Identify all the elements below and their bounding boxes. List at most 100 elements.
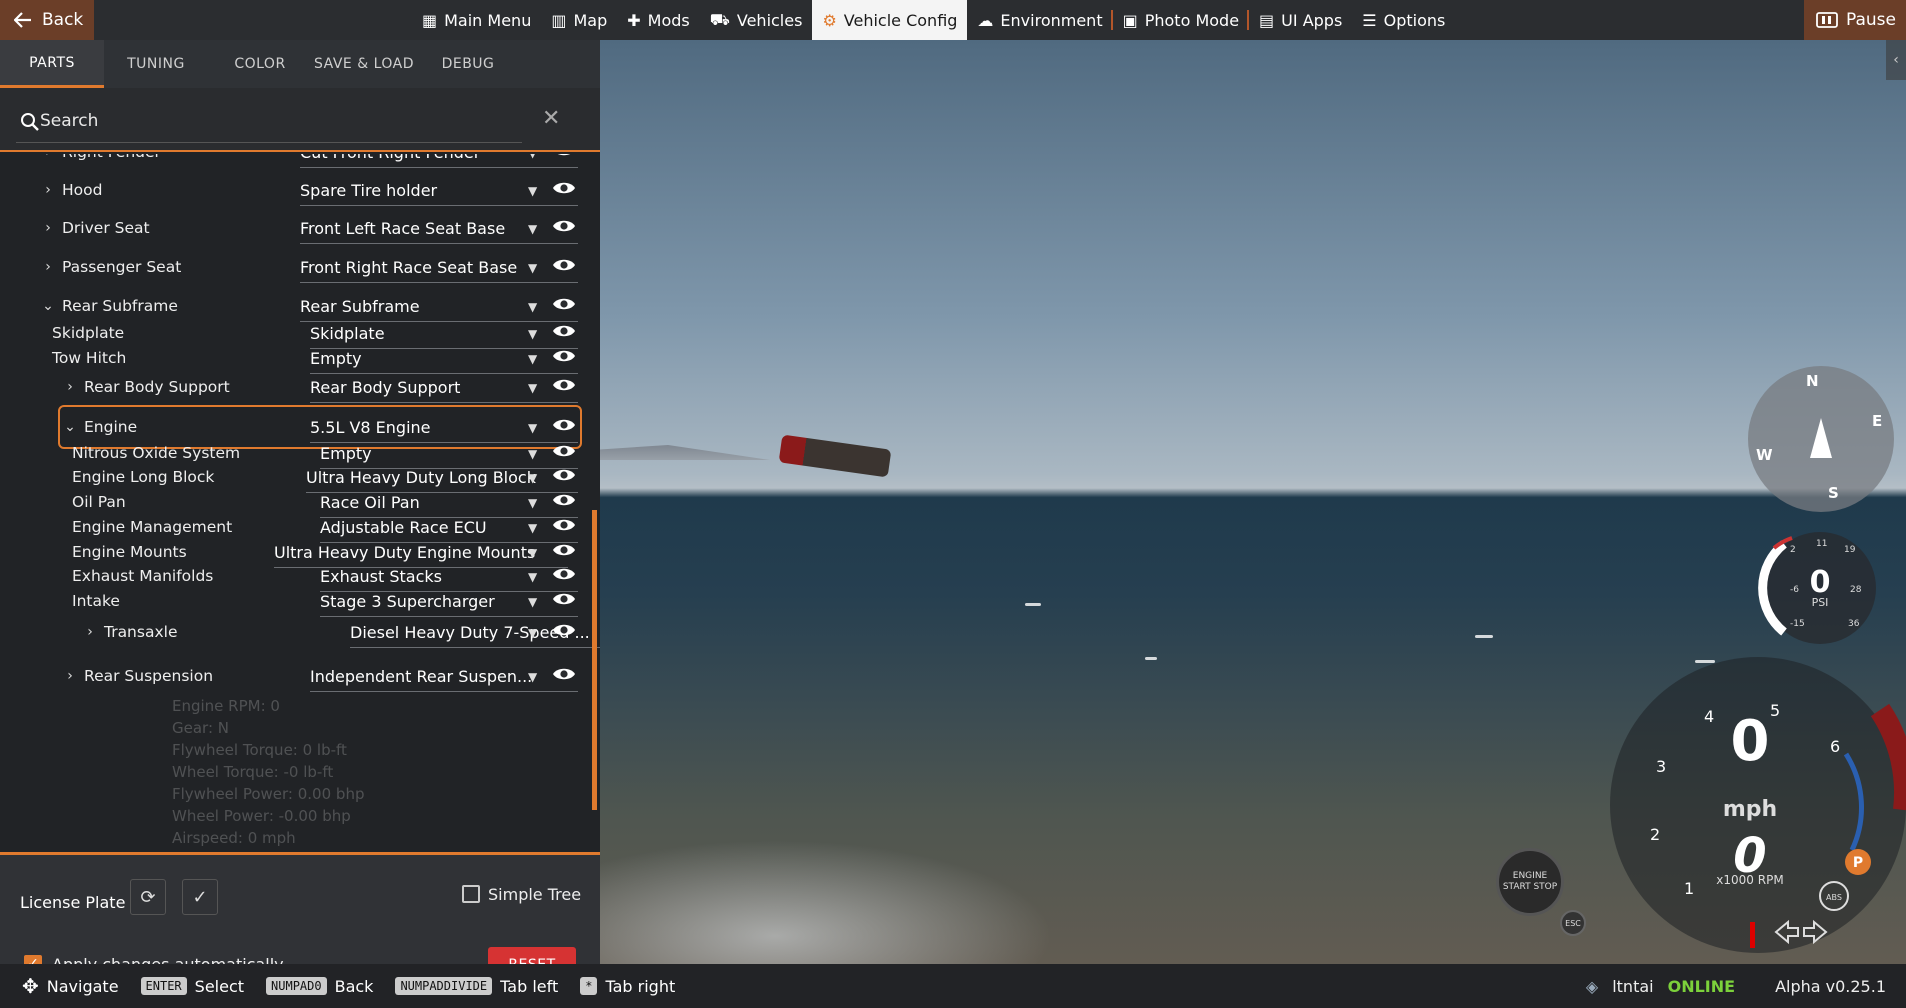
visibility-eye-icon[interactable] xyxy=(552,218,576,234)
visibility-eye-icon[interactable] xyxy=(552,257,576,273)
steam-icon: ◈ xyxy=(1585,976,1599,996)
part-row-rear-body-support[interactable]: › Rear Body Support Rear Body Support ▼ xyxy=(0,367,580,407)
map-icon: ▥ xyxy=(551,10,567,30)
visibility-eye-icon[interactable] xyxy=(552,180,576,196)
hint-navigate: ✥ Navigate xyxy=(22,974,119,998)
chevron-right-icon[interactable]: › xyxy=(40,154,56,160)
simple-tree-checkbox[interactable] xyxy=(462,885,480,903)
visibility-eye-icon[interactable] xyxy=(552,323,576,339)
search-input[interactable] xyxy=(40,108,520,134)
apply-plate-button[interactable]: ✓ xyxy=(182,879,218,915)
nav-label: Options xyxy=(1383,10,1446,30)
vehicle-config-panel: PARTSTUNINGCOLORSAVE & LOADDEBUG ✕ › Righ… xyxy=(0,40,600,1004)
dropdown-arrow-icon[interactable]: ▼ xyxy=(528,670,537,684)
part-select[interactable]: Rear Body Support xyxy=(310,375,578,403)
debug-line: Wheel Torque: -0 lb-ft xyxy=(172,763,334,781)
dropdown-arrow-icon[interactable]: ▼ xyxy=(528,154,537,160)
hint-back: NUMPAD0 Back xyxy=(266,977,373,996)
visibility-eye-icon[interactable] xyxy=(552,296,576,312)
visibility-eye-icon[interactable] xyxy=(552,517,576,533)
part-select[interactable]: Independent Rear Suspen... xyxy=(310,664,578,692)
vehicle-model xyxy=(778,434,892,478)
part-row-rear-suspension[interactable]: › Rear Suspension Independent Rear Suspen.… xyxy=(0,656,580,696)
hint-tab-left: NUMPADDIVIDE Tab left xyxy=(395,977,558,996)
nav-vehicles[interactable]: ⛟ Vehicles xyxy=(700,0,813,40)
scrollbar[interactable] xyxy=(592,510,597,810)
visibility-eye-icon[interactable] xyxy=(552,591,576,607)
randomize-plate-button[interactable]: ⟳ xyxy=(130,879,166,915)
dropdown-arrow-icon[interactable]: ▼ xyxy=(528,626,537,640)
dropdown-arrow-icon[interactable]: ▼ xyxy=(528,184,537,198)
tab-tuning[interactable]: TUNING xyxy=(104,40,208,88)
clear-search-icon[interactable]: ✕ xyxy=(542,106,560,131)
tab-debug[interactable]: DEBUG xyxy=(416,40,520,88)
gear-tick: 1 xyxy=(1684,879,1694,898)
dropdown-arrow-icon[interactable]: ▼ xyxy=(528,381,537,395)
boost-gauge: 0 PSI 2 11 19 -6 28 -15 36 xyxy=(1758,532,1876,644)
dropdown-arrow-icon[interactable]: ▼ xyxy=(528,300,537,314)
weather-icon: ☁ xyxy=(977,10,994,30)
nav-label: UI Apps xyxy=(1281,10,1343,30)
nav-label: Mods xyxy=(647,10,690,30)
visibility-eye-icon[interactable] xyxy=(552,566,576,582)
speed-unit: mph xyxy=(1723,797,1777,822)
visibility-eye-icon[interactable] xyxy=(552,377,576,393)
chevron-right-icon[interactable]: › xyxy=(82,624,98,640)
key-badge: NUMPADDIVIDE xyxy=(395,977,493,995)
boost-tick: 36 xyxy=(1848,619,1860,629)
gear-tick: 3 xyxy=(1656,757,1666,776)
nav-options[interactable]: ☰ Options xyxy=(1352,0,1455,40)
boost-unit: PSI xyxy=(1812,596,1829,609)
chevron-right-icon[interactable]: › xyxy=(62,379,78,395)
dropdown-arrow-icon[interactable]: ▼ xyxy=(528,222,537,236)
rpm-unit: x1000 RPM xyxy=(1716,873,1783,887)
nav-map[interactable]: ▥ Map xyxy=(541,0,617,40)
nav-vehicle-config[interactable]: ⚙ Vehicle Config xyxy=(812,0,968,40)
boost-tick: 2 xyxy=(1790,545,1796,555)
part-row-driver-seat[interactable]: › Driver Seat Front Left Race Seat Base ▼ xyxy=(0,208,580,248)
chevron-right-icon[interactable]: › xyxy=(40,259,56,275)
check-icon: ✓ xyxy=(192,886,208,908)
tab-color[interactable]: COLOR xyxy=(208,40,312,88)
visibility-eye-icon[interactable] xyxy=(552,154,576,158)
dropdown-arrow-icon[interactable]: ▼ xyxy=(528,352,537,366)
dropdown-arrow-icon[interactable]: ▼ xyxy=(528,595,537,609)
hint-tab-right: * Tab right xyxy=(580,977,675,996)
nav-photo-mode[interactable]: ▣ Photo Mode xyxy=(1113,0,1250,40)
nav-ui-apps[interactable]: ▤ UI Apps xyxy=(1249,0,1352,40)
visibility-eye-icon[interactable] xyxy=(552,622,576,638)
tab-save-load[interactable]: SAVE & LOAD xyxy=(312,40,416,88)
chevron-down-icon[interactable]: ⌄ xyxy=(40,298,56,314)
part-label: Tow Hitch xyxy=(52,349,127,367)
pause-button[interactable]: Pause xyxy=(1804,0,1906,40)
nav-environment[interactable]: ☁ Environment xyxy=(967,0,1113,40)
online-status: ONLINE xyxy=(1667,976,1736,996)
boost-tick: 11 xyxy=(1816,539,1827,549)
collapse-right-icon[interactable]: ‹ xyxy=(1886,40,1906,80)
visibility-eye-icon[interactable] xyxy=(552,666,576,682)
username[interactable]: ltntai xyxy=(1612,977,1653,996)
visibility-eye-icon[interactable] xyxy=(552,492,576,508)
nav-main-menu[interactable]: ▦ Main Menu xyxy=(412,0,541,40)
part-row-passenger-seat[interactable]: › Passenger Seat Front Right Race Seat Bas… xyxy=(0,247,580,287)
tab-parts[interactable]: PARTS xyxy=(0,40,104,88)
back-button[interactable]: Back xyxy=(0,0,94,40)
arrow-left-icon xyxy=(14,12,31,28)
compass-w: W xyxy=(1756,446,1773,464)
parts-tree: ›Right FenderCut Front Right Fender▼›Hoo… xyxy=(0,154,600,808)
chevron-right-icon[interactable]: › xyxy=(40,220,56,236)
dropdown-arrow-icon[interactable]: ▼ xyxy=(528,261,537,275)
chevron-right-icon[interactable]: › xyxy=(62,668,78,684)
chevron-right-icon[interactable]: › xyxy=(40,182,56,198)
visibility-eye-icon[interactable] xyxy=(552,348,576,364)
nav-mods[interactable]: ✚ Mods xyxy=(617,0,700,40)
part-label: Driver Seat xyxy=(62,219,150,237)
engine-start-stop-button[interactable]: ENGINE START STOP xyxy=(1496,848,1564,916)
dpad-icon: ✥ xyxy=(22,974,39,998)
part-row-transaxle[interactable]: › Transaxle Diesel Heavy Duty 7-Speed ... ▼ xyxy=(0,612,600,652)
visibility-eye-icon[interactable] xyxy=(552,467,576,483)
rpm-redline-marker xyxy=(1750,922,1755,948)
part-row-hood[interactable]: › Hood Spare Tire holder ▼ xyxy=(0,170,580,210)
part-label: Intake xyxy=(72,592,120,610)
visibility-eye-icon[interactable] xyxy=(552,417,576,433)
